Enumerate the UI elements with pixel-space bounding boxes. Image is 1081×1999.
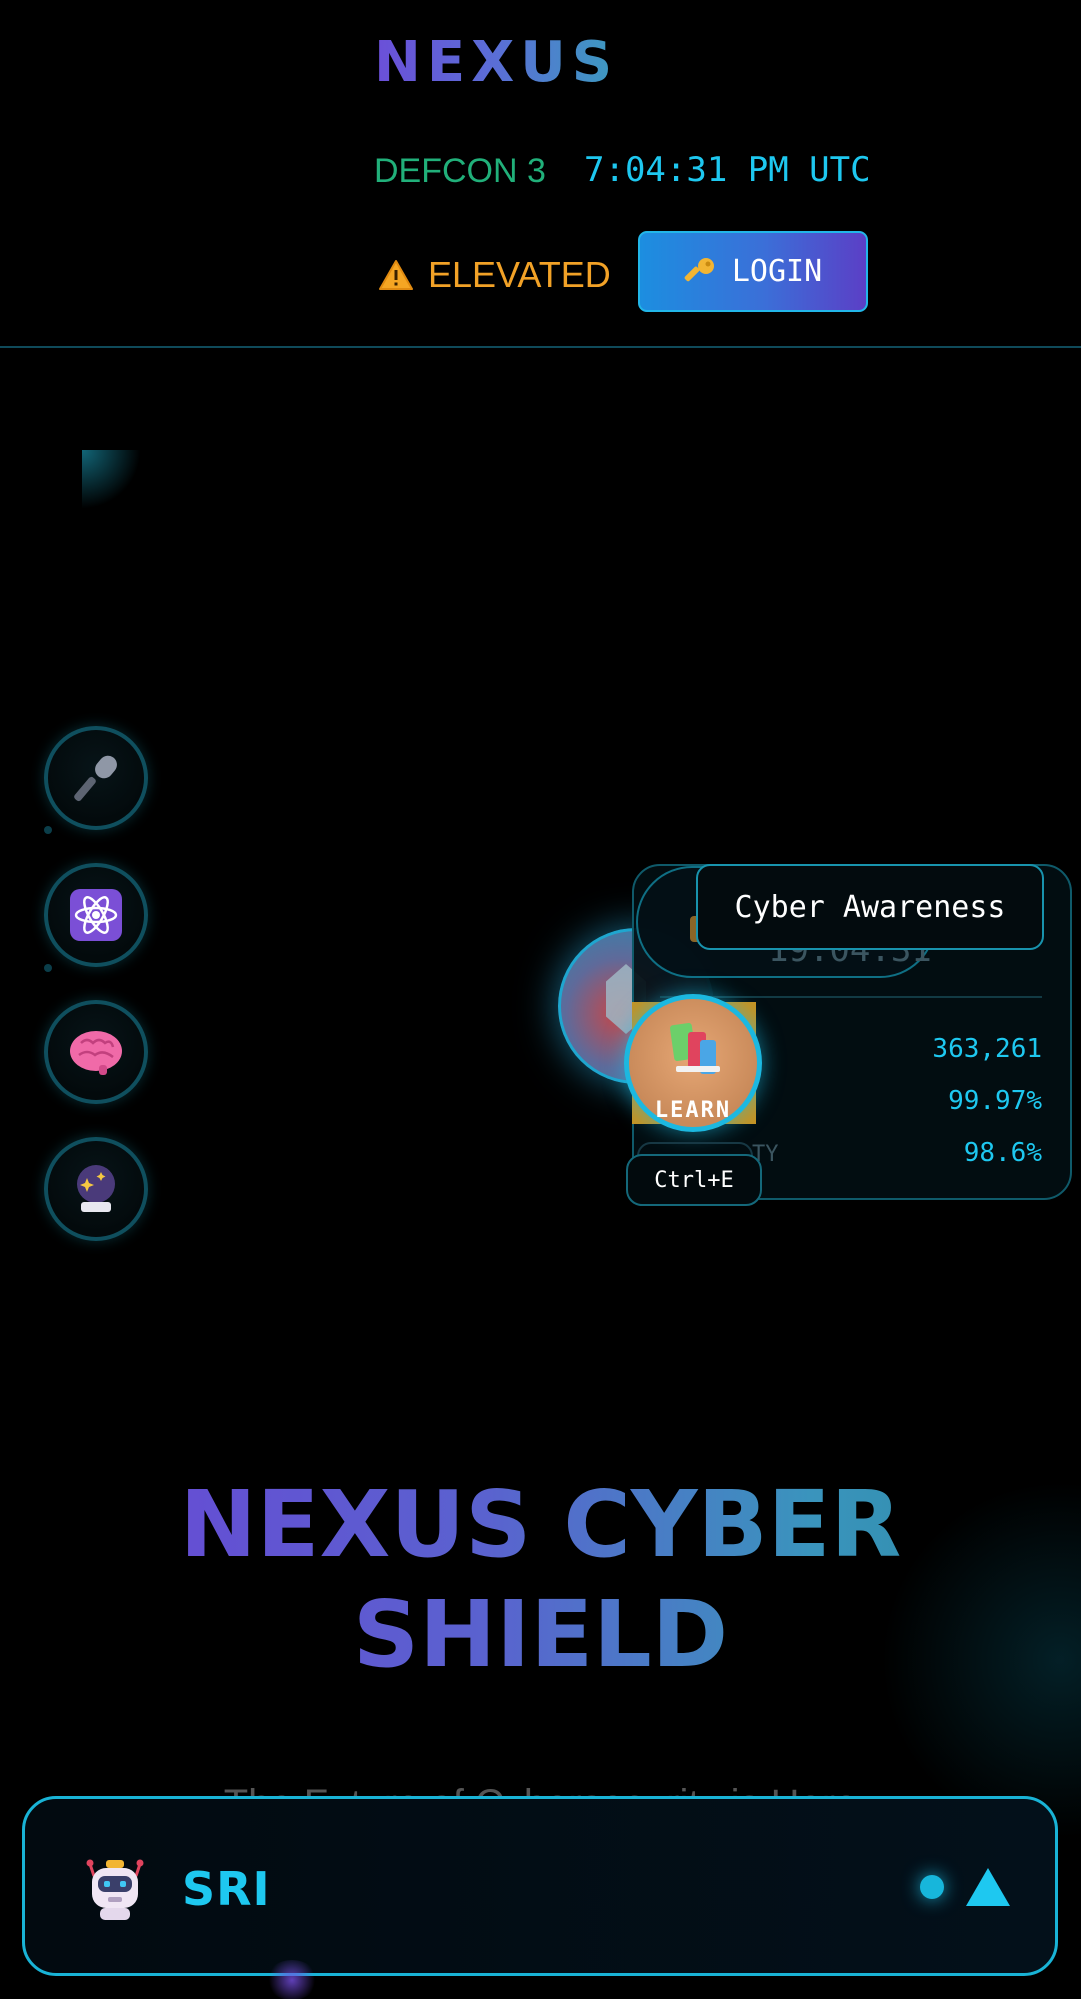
online-status-dot <box>920 1875 944 1899</box>
stat-value-3: 98.6% <box>963 1138 1042 1168</box>
header-divider <box>0 346 1081 348</box>
hero-title: NEXUS CYBER SHIELD <box>0 1470 1081 1690</box>
shortcut-hint: Ctrl+E <box>626 1154 762 1206</box>
crystal-ball-icon <box>77 1165 115 1212</box>
page: NEXUS DEFCON 3 7:04:31 PM UTC ELEVATED L… <box>0 0 1081 1999</box>
tooltip: Cyber Awareness <box>696 864 1044 950</box>
threat-level-label: ELEVATED <box>428 254 611 295</box>
assistant-name: SRI <box>182 1862 271 1916</box>
learn-label: LEARN <box>654 1098 732 1123</box>
hero-title-line2: SHIELD <box>352 1581 729 1688</box>
rail-dot <box>44 964 52 972</box>
utc-clock: 7:04:31 PM UTC <box>584 150 871 190</box>
brand-logo[interactable]: NEXUS <box>374 30 618 95</box>
threat-level: ELEVATED <box>378 254 611 296</box>
atom-icon <box>70 889 122 941</box>
microphone-icon <box>74 755 117 802</box>
corner-glow <box>82 450 152 530</box>
defcon-status: DEFCON 3 <box>374 152 546 190</box>
stat-value-2: 99.97% <box>948 1086 1042 1116</box>
bottom-glow <box>266 1960 318 1999</box>
side-tool-rail <box>44 726 154 1248</box>
assistant-chat-bar[interactable] <box>22 1796 1058 1976</box>
login-label: LOGIN <box>731 254 823 289</box>
login-button[interactable]: LOGIN <box>638 231 868 312</box>
voice-button[interactable] <box>44 726 148 830</box>
atom-button[interactable] <box>44 863 148 967</box>
crystal-ball-button[interactable] <box>44 1137 148 1241</box>
robot-icon <box>86 1859 144 1920</box>
stat-value-1: 363,261 <box>932 1034 1042 1064</box>
rail-dot <box>44 826 52 834</box>
books-icon <box>669 1023 720 1074</box>
brain-icon <box>70 1031 122 1075</box>
key-icon <box>684 257 714 281</box>
warning-icon <box>379 260 413 290</box>
hero-title-line1: NEXUS CYBER <box>179 1471 902 1578</box>
brain-button[interactable] <box>44 1000 148 1104</box>
